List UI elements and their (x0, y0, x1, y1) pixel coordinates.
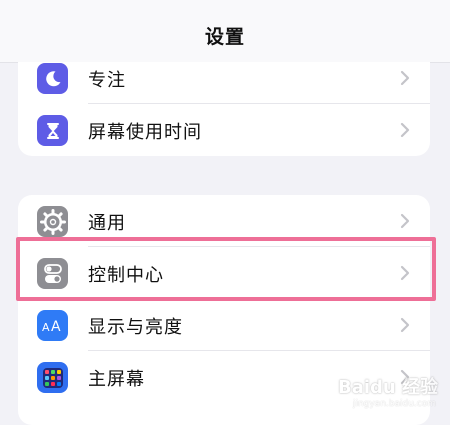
text-size-icon: A A (37, 310, 68, 341)
settings-row-label: 专注 (88, 70, 126, 91)
page-title: 设置 (204, 26, 245, 48)
moon-icon (37, 63, 68, 94)
svg-text:A: A (51, 319, 61, 335)
chevron-right-icon (400, 122, 410, 138)
navigation-bar: 设置 (0, 0, 450, 63)
settings-row-control-center[interactable]: 控制中心 (18, 247, 430, 299)
settings-row-display-brightness[interactable]: A A 显示与亮度 (18, 299, 430, 351)
settings-row-label: 屏幕使用时间 (88, 122, 202, 143)
settings-row-label: 显示与亮度 (88, 317, 183, 338)
watermark-logo: Baidu 经验 jingyan.baidu.com (298, 373, 438, 409)
settings-row-focus[interactable]: 专注 (18, 62, 430, 104)
settings-row-general[interactable]: 通用 (18, 195, 430, 247)
gear-icon (37, 206, 68, 237)
settings-row-label: 主屏幕 (88, 369, 145, 390)
settings-row-screen-time[interactable]: 屏幕使用时间 (18, 104, 430, 156)
settings-row-label: 通用 (88, 213, 126, 234)
toggles-icon (37, 258, 68, 289)
watermark-brand: Baidu 经验 (337, 377, 438, 398)
hourglass-icon (37, 115, 68, 146)
chevron-right-icon (400, 317, 410, 333)
watermark-url: jingyan.baidu.com (352, 399, 436, 409)
chevron-right-icon (400, 213, 410, 229)
settings-row-label: 控制中心 (88, 265, 164, 286)
chevron-right-icon (400, 70, 410, 86)
svg-text:A: A (42, 321, 50, 334)
chevron-right-icon (400, 265, 410, 281)
settings-group-focus: 专注 屏幕使用时间 (18, 62, 430, 156)
home-screen-icon (37, 362, 68, 393)
